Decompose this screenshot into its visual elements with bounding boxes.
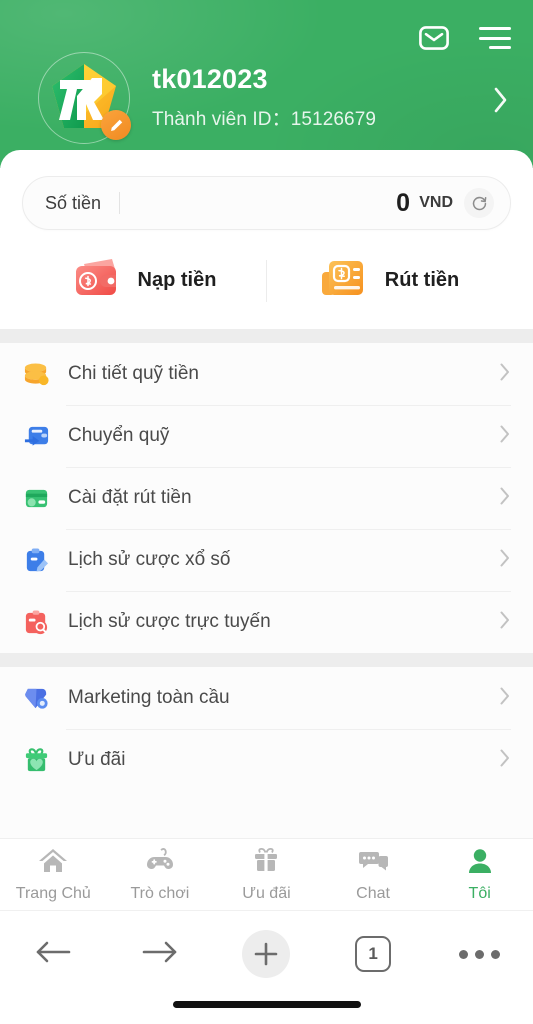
- menu-item-transfer-funds[interactable]: Chuyển quỹ: [22, 405, 511, 467]
- withdraw-label: Rút tiền: [384, 269, 460, 291]
- balance-pill[interactable]: Số tiền 0 VND: [22, 176, 511, 230]
- more-options-button[interactable]: [426, 923, 533, 985]
- profile-info: tk012023 Thành viên ID：15126679: [152, 63, 376, 132]
- clipboard-edit-icon: [22, 546, 50, 574]
- member-id-label: Thành viên ID：: [152, 109, 291, 131]
- tab-profile[interactable]: Tôi: [426, 847, 533, 903]
- mail-icon[interactable]: [419, 26, 449, 50]
- deposit-label: Nạp tiền: [137, 269, 217, 291]
- pencil-icon: [110, 119, 122, 131]
- menu-item-label: Chi tiết quỹ tiền: [68, 363, 199, 384]
- withdraw-document-icon: [319, 256, 369, 305]
- chevron-right-icon: [499, 548, 511, 573]
- tab-promotions[interactable]: Ưu đãi: [213, 847, 320, 903]
- browser-toolbar: 1: [0, 910, 533, 1024]
- balance-currency: VND: [419, 194, 453, 211]
- more-dots-icon: [459, 949, 501, 959]
- menu-item-lottery-bet-history[interactable]: Lịch sử cược xổ số: [22, 529, 511, 591]
- wallet-transfer-icon: [22, 422, 50, 450]
- chevron-right-icon: [499, 362, 511, 387]
- deposit-button[interactable]: Nạp tiền: [22, 256, 266, 305]
- tab-switcher-button[interactable]: 1: [320, 923, 427, 985]
- forward-button[interactable]: [107, 923, 214, 985]
- tab-label: Ưu đãi: [242, 884, 291, 902]
- menu-item-label: Lịch sử cược trực tuyến: [68, 611, 271, 632]
- menu-section-funds: Chi tiết quỹ tiền Chuyển quỹ Cài đặt rút…: [0, 343, 533, 653]
- app-screen: tk012023 Thành viên ID：15126679 Số tiền …: [0, 0, 533, 1024]
- balance-card: Số tiền 0 VND Nạp tiền Rút tiền: [0, 150, 533, 329]
- menu-item-online-bet-history[interactable]: Lịch sử cược trực tuyến: [22, 591, 511, 653]
- chevron-right-icon: [499, 424, 511, 449]
- tab-home[interactable]: Trang Chủ: [0, 847, 107, 903]
- pill-divider: [119, 192, 121, 214]
- username: tk012023: [152, 63, 268, 94]
- bottom-tabbar: Trang Chủ Trò chơi Ưu đãi Chat Tôi: [0, 838, 533, 910]
- tab-games[interactable]: Trò chơi: [107, 847, 214, 903]
- menu-item-label: Cài đặt rút tiền: [68, 487, 192, 508]
- balance-amount: 0: [396, 188, 411, 217]
- profile-row[interactable]: tk012023 Thành viên ID：15126679: [0, 52, 533, 144]
- chevron-right-icon: [499, 686, 511, 711]
- section-divider-2: [0, 653, 533, 667]
- chevron-right-icon: [499, 610, 511, 635]
- profile-header: tk012023 Thành viên ID：15126679: [0, 0, 533, 168]
- menu-item-global-marketing[interactable]: Marketing toàn cầu: [22, 667, 511, 729]
- new-tab-button[interactable]: [213, 923, 320, 985]
- gift-heart-icon: [22, 746, 50, 774]
- wallet-deposit-icon: [72, 256, 122, 305]
- balance-value-group: 0 VND: [396, 188, 494, 218]
- menu-item-label: Ưu đãi: [68, 749, 126, 770]
- gift-icon: [251, 847, 281, 880]
- quick-actions: Nạp tiền Rút tiền: [22, 230, 511, 329]
- person-icon: [465, 847, 495, 880]
- tab-label: Trò chơi: [130, 884, 190, 902]
- card-settings-icon: [22, 484, 50, 512]
- tab-chat[interactable]: Chat: [320, 847, 427, 903]
- chevron-right-icon: [499, 748, 511, 773]
- hamburger-menu-icon[interactable]: [479, 27, 511, 49]
- tab-label: Tôi: [468, 884, 491, 902]
- arrow-right-icon: [141, 937, 179, 972]
- tab-label: Chat: [356, 884, 390, 902]
- home-icon: [38, 847, 68, 880]
- menu-item-promotions[interactable]: Ưu đãi: [22, 729, 511, 791]
- back-button[interactable]: [0, 923, 107, 985]
- coins-stack-icon: [22, 360, 50, 388]
- clipboard-search-icon: [22, 608, 50, 636]
- tab-label: Trang Chủ: [15, 884, 91, 902]
- plus-icon: [242, 930, 291, 978]
- menu-item-label: Chuyển quỹ: [68, 425, 170, 446]
- diamond-icon: [22, 684, 50, 712]
- arrow-left-icon: [34, 937, 72, 972]
- menu-item-label: Lịch sử cược xổ số: [68, 549, 231, 570]
- refresh-icon[interactable]: [464, 188, 494, 218]
- chat-bubbles-icon: [358, 847, 389, 880]
- gamepad-icon: [145, 847, 175, 880]
- member-id: Thành viên ID：15126679: [152, 104, 376, 131]
- profile-chevron-icon[interactable]: [493, 86, 509, 119]
- home-indicator: [172, 1001, 361, 1008]
- avatar[interactable]: [38, 52, 131, 144]
- withdraw-button[interactable]: Rút tiền: [267, 256, 511, 305]
- edit-avatar-badge[interactable]: [101, 110, 131, 140]
- tab-count: 1: [355, 936, 392, 972]
- menu-item-fund-details[interactable]: Chi tiết quỹ tiền: [22, 343, 511, 405]
- menu-item-label: Marketing toàn cầu: [68, 687, 230, 708]
- menu-item-withdraw-settings[interactable]: Cài đặt rút tiền: [22, 467, 511, 529]
- chevron-right-icon: [499, 486, 511, 511]
- section-divider-1: [0, 329, 533, 343]
- balance-label: Số tiền: [45, 192, 102, 213]
- header-actions: [419, 26, 511, 50]
- member-id-value: 15126679: [290, 109, 377, 131]
- menu-section-promos: Marketing toàn cầu Ưu đãi: [0, 667, 533, 791]
